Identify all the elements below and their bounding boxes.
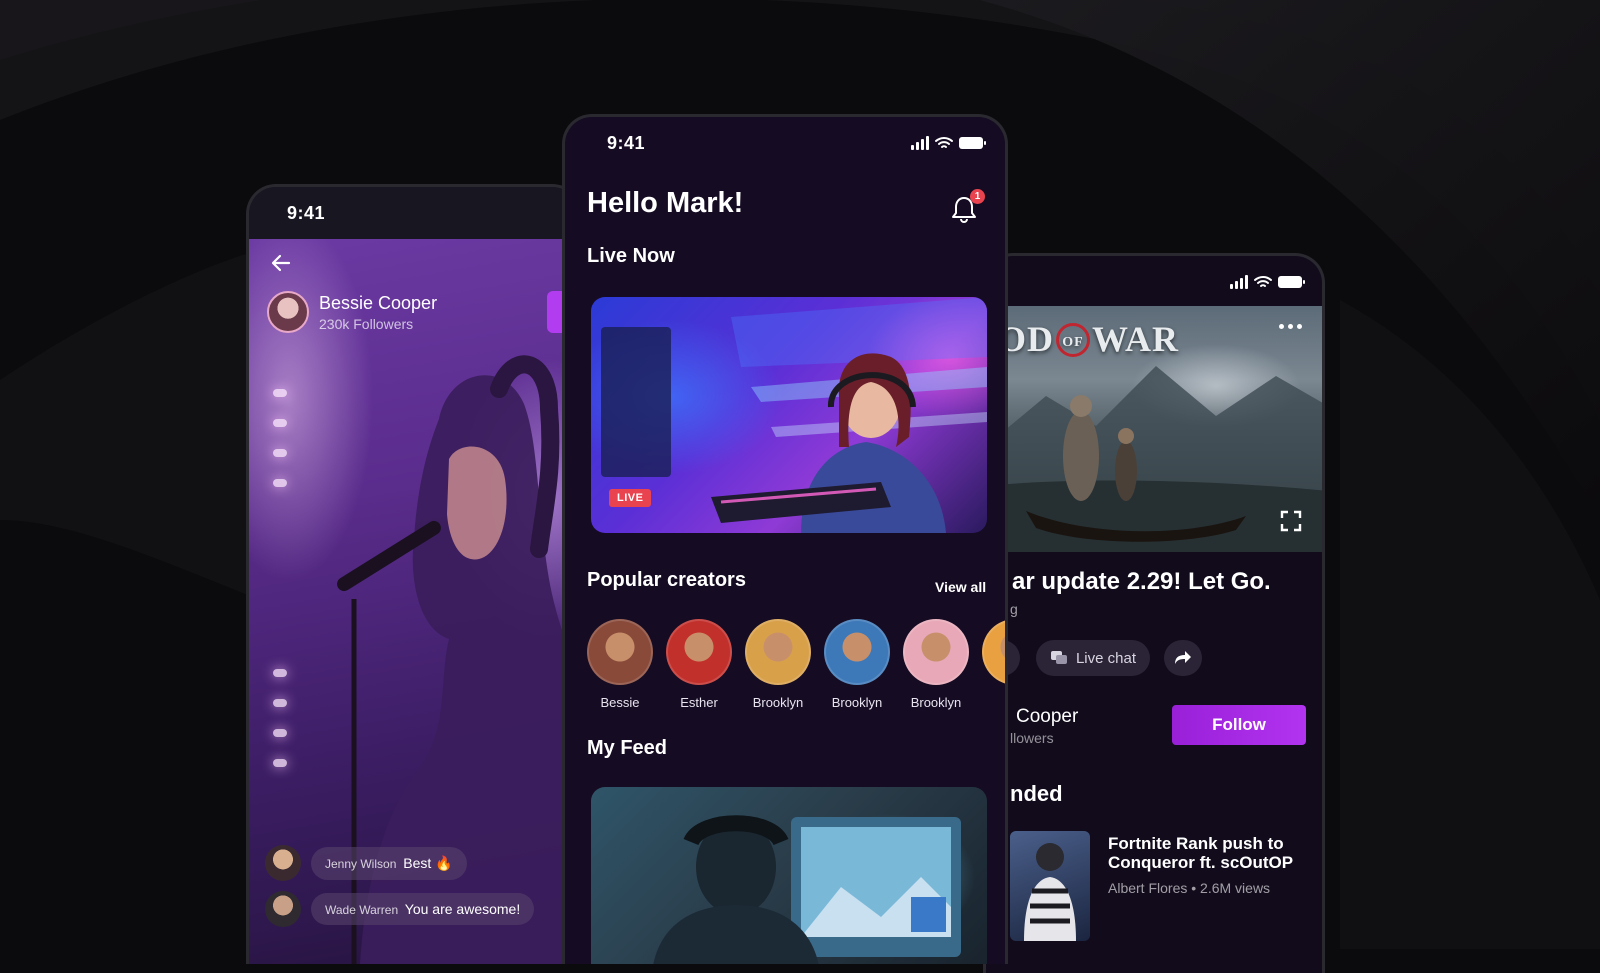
chat-icon bbox=[1050, 651, 1067, 664]
signal-icon bbox=[1230, 275, 1248, 289]
phone-video-detail: OD OF WAR ar update 2.29! Let Go. g Live c… bbox=[983, 253, 1325, 973]
live-stream-video[interactable]: Bessie Cooper 230k Followers Jenny Wilso… bbox=[249, 239, 579, 964]
chat-bubble: Wade Warren You are awesome! bbox=[311, 893, 535, 925]
chat-text: Best 🔥 bbox=[403, 854, 453, 871]
stream-subtitle: g bbox=[1010, 601, 1018, 617]
avatar[interactable] bbox=[587, 619, 653, 685]
popular-creators-heading: Popular creators bbox=[587, 569, 746, 591]
status-bar: 9:41 bbox=[565, 117, 1005, 169]
avatar bbox=[265, 891, 301, 927]
creator-label: Bro bbox=[1005, 695, 1006, 710]
chat-bubble: Jenny Wilson Best 🔥 bbox=[311, 846, 467, 880]
avatar[interactable] bbox=[824, 619, 890, 685]
avatar[interactable] bbox=[903, 619, 969, 685]
streamer-name[interactable]: Cooper bbox=[1016, 706, 1078, 728]
avatar bbox=[265, 845, 301, 881]
chat-username: Jenny Wilson bbox=[325, 856, 397, 871]
recommended-meta: Albert Flores • 2.6M views bbox=[1108, 880, 1271, 896]
creator-item[interactable]: Esther bbox=[666, 619, 732, 710]
live-now-heading: Live Now bbox=[587, 245, 675, 267]
video-player[interactable]: OD OF WAR bbox=[986, 306, 1322, 552]
view-all-link[interactable]: View all bbox=[935, 579, 986, 595]
avatar[interactable] bbox=[982, 619, 1005, 685]
creator-header: Bessie Cooper 230k Followers bbox=[267, 291, 437, 333]
feed-gamer-image bbox=[653, 815, 961, 964]
chat-text: You are awesome! bbox=[404, 901, 521, 917]
share-button[interactable] bbox=[1164, 640, 1202, 676]
streamer-followers: llowers bbox=[1010, 730, 1054, 746]
creator-label: Esther bbox=[680, 695, 718, 710]
recommended-title[interactable]: Fortnite Rank push to Conqueror ft. scOu… bbox=[1108, 834, 1308, 872]
more-options-icon[interactable] bbox=[1279, 324, 1302, 329]
fullscreen-icon[interactable] bbox=[1280, 510, 1302, 532]
creator-item[interactable]: Brooklyn bbox=[745, 619, 811, 710]
creator-item[interactable]: Brooklyn bbox=[903, 619, 969, 710]
avatar[interactable] bbox=[267, 291, 309, 333]
fortnite-character-image bbox=[1024, 843, 1076, 941]
status-time: 9:41 bbox=[607, 132, 646, 153]
creators-list: Bessie Esther Brooklyn Brooklyn Brooklyn Bro bbox=[587, 619, 1006, 710]
live-chat-label: Live chat bbox=[1075, 649, 1137, 667]
signal-icon bbox=[911, 136, 929, 150]
share-icon bbox=[1175, 651, 1191, 664]
greeting-title: Hello Mark! bbox=[587, 187, 744, 219]
wifi-icon bbox=[935, 137, 953, 148]
creator-label: Brooklyn bbox=[752, 695, 804, 710]
follow-button[interactable]: Follow bbox=[1172, 705, 1306, 745]
chat-message: Jenny Wilson Best 🔥 bbox=[265, 845, 467, 881]
battery-icon bbox=[959, 137, 986, 149]
live-badge: LIVE bbox=[609, 489, 652, 507]
creator-name[interactable]: Bessie Cooper bbox=[319, 293, 437, 314]
chat-username: Wade Warren bbox=[325, 903, 399, 917]
creator-followers: 230k Followers bbox=[319, 315, 414, 332]
status-time: 9:41 bbox=[287, 202, 326, 223]
notification-badge: 1 bbox=[970, 189, 985, 204]
stage-lights bbox=[273, 369, 289, 789]
creator-item[interactable]: Bro bbox=[982, 619, 1006, 710]
status-bar bbox=[986, 256, 1322, 308]
stream-title: ar update 2.29! Let Go. bbox=[1012, 568, 1271, 595]
feed-card[interactable] bbox=[591, 787, 987, 964]
avatar[interactable] bbox=[666, 619, 732, 685]
phone-home: 9:41 Hello Mark! 1 Live Now LIVE Popular… bbox=[562, 114, 1008, 964]
arrow-left-icon[interactable] bbox=[269, 251, 293, 275]
recommended-heading: nded bbox=[1010, 781, 1063, 806]
creator-label: Brooklyn bbox=[910, 695, 962, 710]
phone-stream-view: 9:41 Bessie Cooper 230k Followers Jenny … bbox=[246, 184, 582, 964]
status-bar: 9:41 bbox=[249, 187, 579, 239]
creator-label: Brooklyn bbox=[831, 695, 883, 710]
avatar[interactable] bbox=[745, 619, 811, 685]
battery-icon bbox=[1278, 276, 1305, 288]
recommended-thumbnail[interactable] bbox=[1010, 831, 1090, 941]
game-logo: OD OF WAR bbox=[998, 319, 1180, 359]
wifi-icon bbox=[1254, 276, 1272, 287]
my-feed-heading: My Feed bbox=[587, 737, 668, 759]
chat-message: Wade Warren You are awesome! bbox=[265, 891, 535, 927]
creator-item[interactable]: Brooklyn bbox=[824, 619, 890, 710]
live-stream-card[interactable]: LIVE bbox=[591, 297, 987, 533]
creator-label: Bessie bbox=[600, 695, 640, 710]
live-chat-button[interactable]: Live chat bbox=[1036, 640, 1150, 676]
creator-item[interactable]: Bessie bbox=[587, 619, 653, 710]
